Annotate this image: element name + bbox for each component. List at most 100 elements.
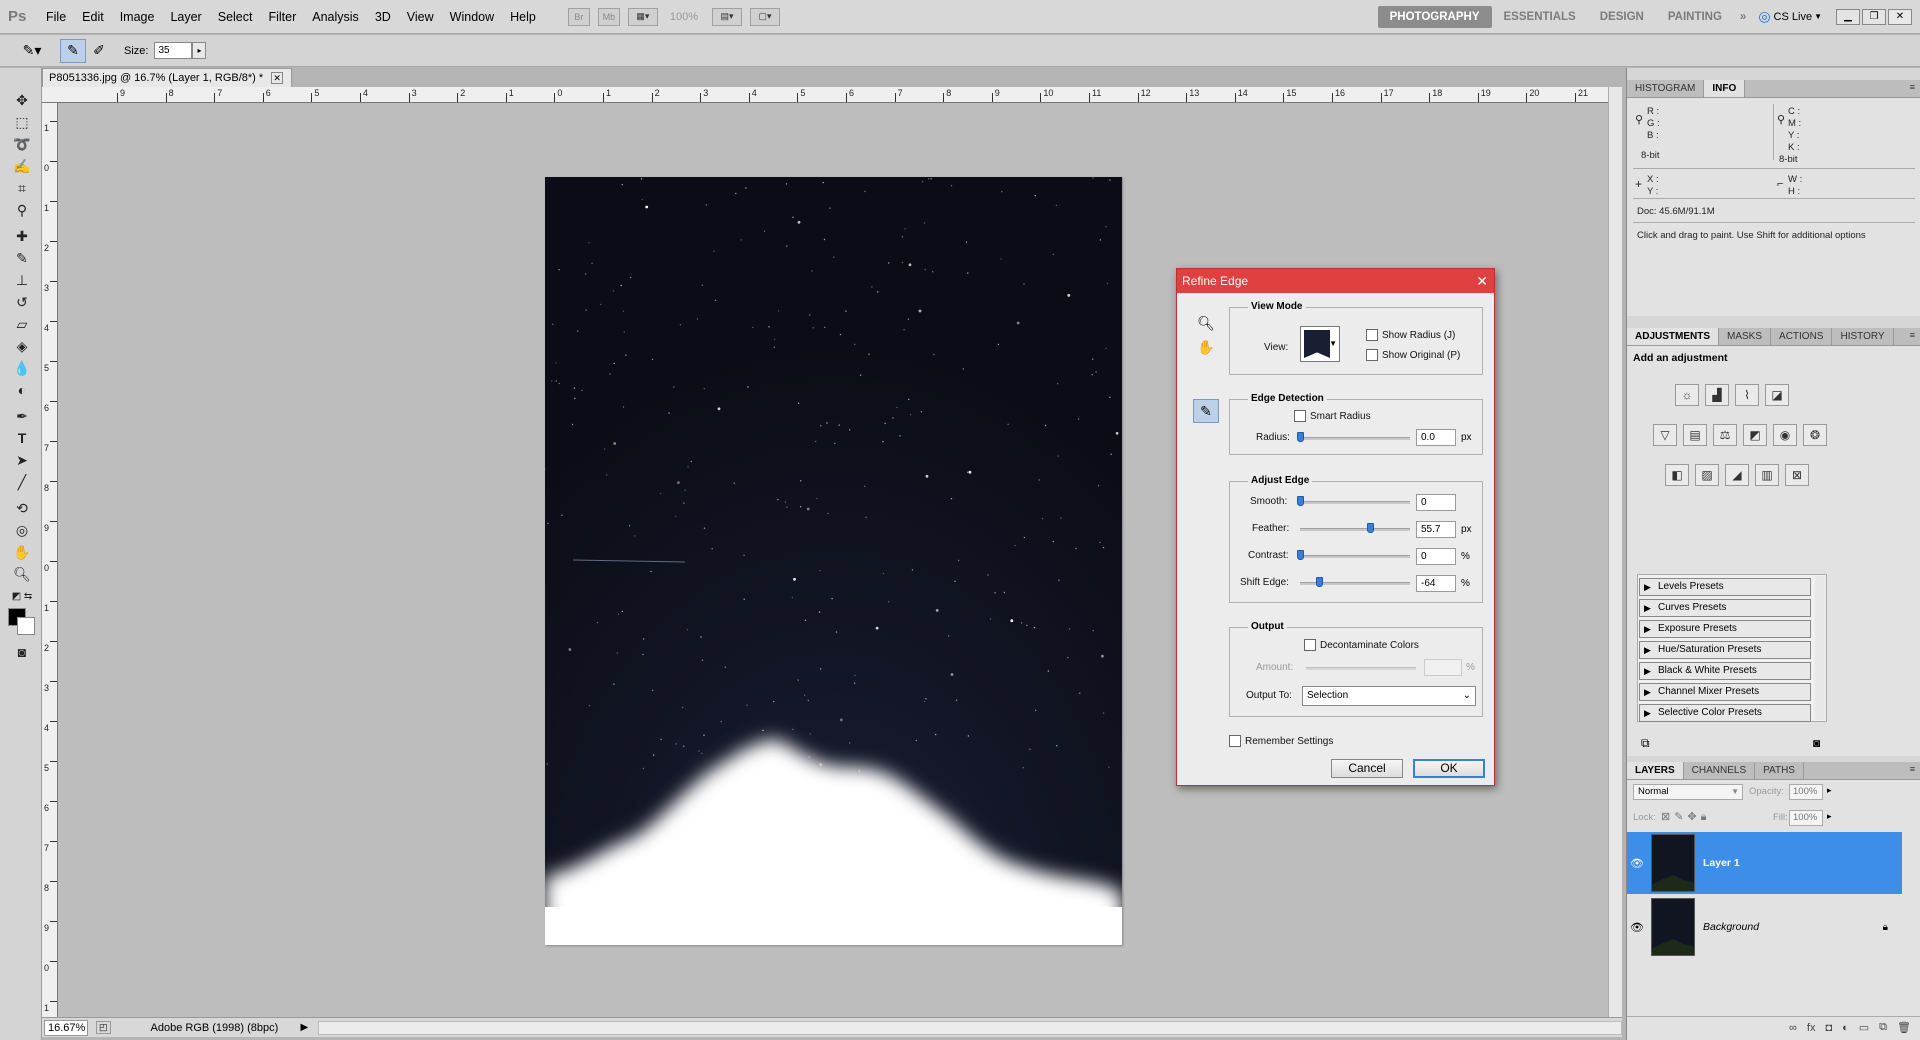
restore-button[interactable]: ❐ (1862, 8, 1886, 25)
dialog-zoom-tool[interactable]: 🔍︎ (1193, 311, 1219, 335)
background-color-swatch[interactable] (17, 617, 35, 635)
document-tab[interactable]: P8051336.jpg @ 16.7% (Layer 1, RGB/8*) *… (42, 68, 292, 87)
output-to-select[interactable]: Selection ⌄ (1302, 686, 1476, 706)
type-tool[interactable]: T (10, 428, 34, 448)
posterize-button[interactable]: ▨ (1695, 464, 1719, 486)
photo-canvas[interactable] (545, 177, 1122, 945)
hand-tool[interactable]: ✋ (10, 542, 34, 562)
amount-slider[interactable] (1306, 667, 1416, 670)
size-dropdown-button[interactable]: ▸ (192, 42, 207, 59)
invert-button[interactable]: ◧ (1665, 464, 1689, 486)
levels-button[interactable]: ▟ (1705, 384, 1729, 406)
3d-rotate-tool[interactable]: ⟲ (10, 498, 34, 518)
new-layer-icon[interactable]: ⧉ (1879, 1021, 1887, 1034)
default-colors-button[interactable]: ◩ ⇆ (10, 586, 34, 606)
workspace-essentials[interactable]: ESSENTIALS (1492, 6, 1588, 28)
close-document-button[interactable]: ✕ (271, 72, 284, 84)
menu-select[interactable]: Select (210, 0, 261, 34)
preset-black-white-presets[interactable]: ▶ Black & White Presets (1639, 662, 1811, 680)
preset-selective-color-presets[interactable]: ▶ Selective Color Presets (1639, 704, 1811, 722)
more-workspaces-button[interactable]: » (1734, 6, 1752, 28)
shift-edge-slider-thumb[interactable] (1316, 577, 1323, 587)
workspace-photography[interactable]: PHOTOGRAPHY (1377, 5, 1492, 28)
menu-filter[interactable]: Filter (260, 0, 304, 34)
smooth-slider-thumb[interactable] (1297, 496, 1304, 506)
menu-layer[interactable]: Layer (162, 0, 209, 34)
zoom-tool[interactable]: 🔍︎ (10, 564, 34, 584)
add-mask-icon[interactable]: ◘ (1825, 1022, 1832, 1034)
menu-file[interactable]: File (38, 0, 74, 34)
launch-minibridge-button[interactable]: Mb (597, 7, 620, 26)
workspace-design[interactable]: DESIGN (1588, 6, 1656, 28)
vibrance-button[interactable]: ▽ (1653, 424, 1677, 446)
preset-exposure-presets[interactable]: ▶ Exposure Presets (1639, 620, 1811, 638)
workspace-painting[interactable]: PAINTING (1656, 6, 1734, 28)
menu-view[interactable]: View (399, 0, 442, 34)
smart-radius-checkbox[interactable] (1294, 410, 1306, 422)
erase-refinements-tool-button[interactable]: ✐ (86, 39, 112, 63)
fill-field[interactable]: 100% (1789, 810, 1823, 826)
blend-mode-select[interactable]: Normal ▼ (1633, 784, 1743, 800)
eye-icon[interactable]: 👁︎ (1627, 857, 1647, 870)
close-window-button[interactable]: ✕ (1888, 8, 1912, 25)
dialog-refine-radius-tool[interactable]: ✎ (1193, 399, 1219, 423)
3d-orbit-tool[interactable]: ◎ (10, 520, 34, 540)
preset-curves-presets[interactable]: ▶ Curves Presets (1639, 599, 1811, 617)
path-selection-tool[interactable]: ➤ (10, 450, 34, 470)
panel-menu-icon[interactable]: ≡ (1910, 764, 1915, 774)
tab-layers[interactable]: LAYERS (1627, 762, 1684, 779)
hue-saturation-button[interactable]: ▤ (1683, 424, 1707, 446)
smooth-slider[interactable] (1300, 501, 1410, 504)
ruler-horizontal[interactable]: 9 8 7 6 5 4 3 2 1 0 1 2 3 4 5 6 7 8 9 10 11 12 13 14 15 16 17 18 19 2… (42, 87, 1608, 103)
amount-input[interactable] (1424, 659, 1462, 676)
selective-color-button[interactable]: ⊠ (1785, 464, 1809, 486)
zoom-field[interactable]: 16.67% (44, 1019, 88, 1036)
menu-3d[interactable]: 3D (367, 0, 399, 34)
show-original-checkbox[interactable] (1366, 349, 1378, 361)
radius-input[interactable]: 0.0 (1416, 429, 1456, 446)
curves-button[interactable]: ⌇ (1735, 384, 1759, 406)
zoom-level-select[interactable]: 100% (670, 11, 698, 23)
menu-help[interactable]: Help (502, 0, 544, 34)
brightness-contrast-button[interactable]: ☼ (1675, 384, 1699, 406)
cancel-button[interactable]: Cancel (1331, 759, 1403, 778)
new-group-icon[interactable]: ▭ (1859, 1021, 1869, 1034)
crop-tool[interactable]: ⌗ (10, 178, 34, 198)
ok-button[interactable]: OK (1413, 759, 1485, 778)
fill-slider-button[interactable]: ▸ (1827, 811, 1832, 822)
clone-stamp-tool[interactable]: ⊥ (10, 270, 34, 290)
opacity-slider-button[interactable]: ▸ (1827, 785, 1832, 796)
eye-icon[interactable]: 👁︎ (1627, 921, 1647, 934)
tab-histogram[interactable]: HISTOGRAM (1627, 80, 1705, 97)
menu-window[interactable]: Window (442, 0, 502, 34)
clip-to-layer-icon[interactable]: ⧉ (1641, 736, 1650, 751)
arrange-documents-button[interactable]: ▤▾ (712, 7, 742, 26)
lock-icons[interactable]: ⊠✎✥🔒︎ (1661, 810, 1711, 824)
panel-menu-icon[interactable]: ≡ (1910, 330, 1915, 340)
screen-mode-button[interactable]: ▢▾ (750, 7, 780, 26)
blur-tool[interactable]: 💧 (10, 358, 34, 378)
line-tool[interactable]: ╱ (10, 472, 34, 492)
channel-mixer-button[interactable]: ❂ (1803, 424, 1827, 446)
eraser-tool[interactable]: ▱ (10, 314, 34, 334)
link-layers-icon[interactable]: ∞ (1789, 1022, 1797, 1034)
photo-filter-button[interactable]: ◉ (1773, 424, 1797, 446)
layer-row[interactable]: 👁︎ Background 🔒︎ (1627, 896, 1902, 958)
quick-selection-tool[interactable]: ✍ (10, 156, 34, 176)
visibility-toggle-icon[interactable]: ◙ (1813, 736, 1820, 750)
panel-menu-icon[interactable]: ≡ (1910, 82, 1915, 92)
tab-masks[interactable]: MASKS (1719, 328, 1772, 345)
tab-info[interactable]: INFO (1704, 80, 1746, 97)
contrast-input[interactable]: 0 (1416, 548, 1456, 565)
contrast-slider-thumb[interactable] (1297, 550, 1304, 560)
view-thumbnail-select[interactable]: ▼ (1300, 326, 1340, 362)
feather-slider-thumb[interactable] (1367, 523, 1374, 533)
feather-slider[interactable] (1300, 528, 1410, 531)
quick-mask-button[interactable]: ◙ (10, 642, 34, 662)
eyedropper-tool[interactable]: ⚲ (10, 200, 34, 220)
contrast-slider[interactable] (1300, 555, 1410, 558)
remember-settings-checkbox[interactable] (1229, 735, 1241, 747)
status-menu-button[interactable]: ▶ (301, 1022, 309, 1033)
cs-live-button[interactable]: ◎ CS Live ▼ (1758, 8, 1822, 25)
marquee-tool[interactable]: ⬚ (10, 112, 34, 132)
